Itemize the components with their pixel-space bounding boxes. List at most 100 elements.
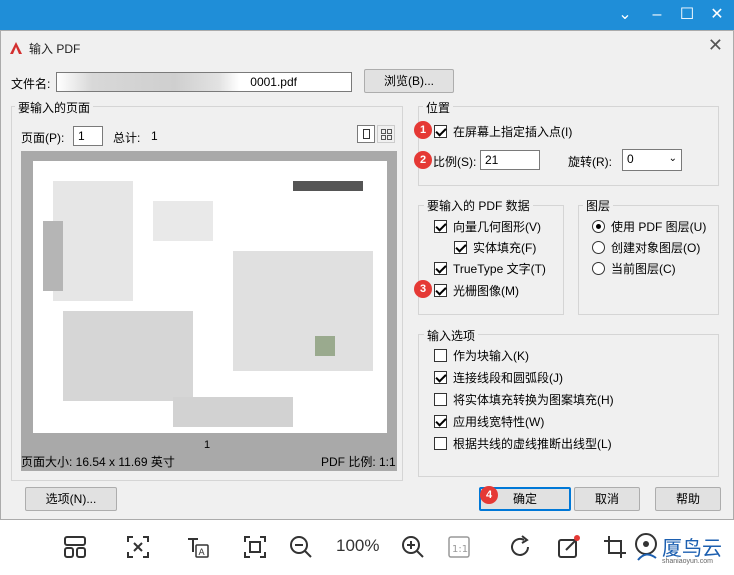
- radio-label: 创建对象图层(O): [611, 241, 701, 255]
- page-label: 页面(P):: [21, 131, 65, 145]
- checkbox-box[interactable]: [434, 415, 447, 428]
- join-line-arc-checkbox[interactable]: 连接线段和圆弧段(J): [434, 369, 563, 386]
- apply-lineweight-checkbox[interactable]: 应用线宽特性(W): [434, 413, 544, 430]
- checkbox-label: 将实体填充转换为图案填充(H): [453, 393, 614, 407]
- chevron-down-icon[interactable]: ⌄: [614, 4, 636, 26]
- chevron-down-icon: ⌄: [668, 153, 677, 164]
- position-group: [418, 106, 719, 186]
- viewer-titlebar: ⌄ – ☐ ✕: [0, 0, 734, 30]
- help-button[interactable]: 帮助: [655, 487, 721, 511]
- crop-icon[interactable]: [602, 534, 628, 560]
- rotation-select[interactable]: 0 ⌄: [622, 149, 682, 171]
- total-label: 总计:: [113, 131, 141, 145]
- thumbnail-view-icon[interactable]: [377, 125, 395, 143]
- checkbox-box[interactable]: [434, 393, 447, 406]
- import-pdf-dialog: 输入 PDF ✕ 文件名: 0001.pdf 浏览(B)... 要输入的页面 页…: [0, 30, 734, 520]
- page-preview: 1: [21, 151, 397, 471]
- cancel-button[interactable]: 取消: [574, 487, 640, 511]
- pages-group-title: 要输入的页面: [15, 99, 94, 116]
- annotation-badge: 1: [414, 121, 432, 139]
- actual-size-icon[interactable]: 1:1: [446, 534, 472, 560]
- layers-group-title: 图层: [583, 197, 614, 214]
- autocad-icon: [10, 42, 22, 54]
- bird-logo-icon: [635, 533, 657, 561]
- annotation-badge: 4: [480, 486, 498, 504]
- single-page-view-icon[interactable]: [357, 125, 375, 143]
- zoom-out-icon[interactable]: [288, 534, 314, 560]
- checkbox-box[interactable]: [434, 125, 447, 138]
- radio-circle[interactable]: [592, 262, 605, 275]
- checkbox-label: 根据共线的虚线推断出线型(L): [453, 437, 612, 451]
- checkbox-label: 应用线宽特性(W): [453, 415, 545, 429]
- checkbox-box[interactable]: [434, 371, 447, 384]
- checkbox-label: 光栅图像(M): [453, 284, 519, 298]
- options-button[interactable]: 选项(N)...: [25, 487, 117, 511]
- checkbox-label: 连接线段和圆弧段(J): [453, 371, 563, 385]
- create-object-layers-radio[interactable]: 创建对象图层(O): [592, 239, 700, 256]
- dialog-title: 输入 PDF: [29, 41, 81, 56]
- use-pdf-layers-radio[interactable]: 使用 PDF 图层(U): [592, 218, 706, 235]
- rotate-icon[interactable]: [508, 534, 534, 560]
- checkbox-label: 在屏幕上指定插入点(I): [453, 125, 573, 139]
- watermark-logo: 厦鸟云 shaniaoyun.com: [628, 528, 728, 572]
- specify-insertion-point-checkbox[interactable]: 在屏幕上指定插入点(I): [434, 123, 572, 140]
- zoom-level: 100%: [336, 536, 380, 555]
- preview-page-number: 1: [204, 439, 211, 451]
- solid-fill-checkbox[interactable]: 实体填充(F): [454, 239, 536, 256]
- fit-crop-icon[interactable]: [125, 534, 151, 560]
- file-name-field[interactable]: 0001.pdf: [56, 72, 352, 92]
- checkbox-box[interactable]: [434, 284, 447, 297]
- current-layer-radio[interactable]: 当前图层(C): [592, 260, 676, 277]
- close-window-icon[interactable]: ✕: [706, 4, 728, 26]
- layout-icon[interactable]: [62, 534, 88, 560]
- checkbox-label: TrueType 文字(T): [453, 262, 546, 276]
- preview-page-image: [33, 161, 387, 433]
- vector-geometry-checkbox[interactable]: 向量几何图形(V): [434, 218, 541, 235]
- checkbox-label: 实体填充(F): [473, 241, 537, 255]
- rotation-label: 旋转(R):: [568, 155, 612, 169]
- pdf-data-group-title: 要输入的 PDF 数据: [424, 197, 533, 214]
- checkbox-label: 作为块输入(K): [453, 349, 529, 363]
- rotation-value: 0: [627, 152, 634, 166]
- radio-label: 使用 PDF 图层(U): [611, 220, 707, 234]
- total-value: 1: [151, 129, 158, 143]
- import-as-block-checkbox[interactable]: 作为块输入(K): [434, 347, 529, 364]
- dialog-titlebar: 输入 PDF: [9, 39, 80, 57]
- scale-label: 比例(S):: [433, 155, 477, 169]
- svg-text:1:1: 1:1: [452, 544, 468, 555]
- page-size-label: 页面大小: 16.54 x 11.69 英寸: [21, 455, 175, 469]
- browse-button[interactable]: 浏览(B)...: [364, 69, 454, 93]
- checkbox-label: 向量几何图形(V): [453, 220, 541, 234]
- checkbox-box[interactable]: [434, 349, 447, 362]
- ocr-text-icon[interactable]: A: [185, 534, 211, 560]
- pdf-scale-label: PDF 比例: 1:1: [321, 455, 396, 469]
- maximize-icon[interactable]: ☐: [676, 4, 698, 26]
- scale-input[interactable]: 21: [480, 150, 540, 170]
- position-group-title: 位置: [423, 99, 454, 116]
- radio-circle[interactable]: [592, 241, 605, 254]
- checkbox-box[interactable]: [434, 262, 447, 275]
- viewer-toolbar: A 100% 1:1 厦鸟云 shaniaoyun.com: [0, 520, 734, 575]
- annotation-badge: 2: [414, 151, 432, 169]
- svg-text:A: A: [199, 548, 206, 558]
- watermark-subtext: shaniaoyun.com: [662, 558, 713, 565]
- infer-linetype-checkbox[interactable]: 根据共线的虚线推断出线型(L): [434, 435, 612, 452]
- truetype-text-checkbox[interactable]: TrueType 文字(T): [434, 260, 546, 277]
- minimize-icon[interactable]: –: [646, 4, 668, 26]
- watermark-text: 厦鸟云: [662, 538, 722, 560]
- radio-label: 当前图层(C): [611, 262, 676, 276]
- file-label: 文件名:: [11, 77, 51, 91]
- convert-fill-to-hatch-checkbox[interactable]: 将实体填充转换为图案填充(H): [434, 391, 614, 408]
- checkbox-box[interactable]: [434, 220, 447, 233]
- checkbox-box[interactable]: [434, 437, 447, 450]
- import-options-group-title: 输入选项: [424, 327, 479, 344]
- raster-image-checkbox[interactable]: 光栅图像(M): [434, 282, 519, 299]
- close-icon[interactable]: ✕: [708, 35, 723, 56]
- edit-icon[interactable]: [556, 534, 582, 560]
- checkbox-box[interactable]: [454, 241, 467, 254]
- annotation-badge: 3: [414, 280, 432, 298]
- radio-circle[interactable]: [592, 220, 605, 233]
- zoom-in-icon[interactable]: [400, 534, 426, 560]
- fullscreen-icon[interactable]: [242, 534, 268, 560]
- page-input[interactable]: 1: [73, 126, 103, 146]
